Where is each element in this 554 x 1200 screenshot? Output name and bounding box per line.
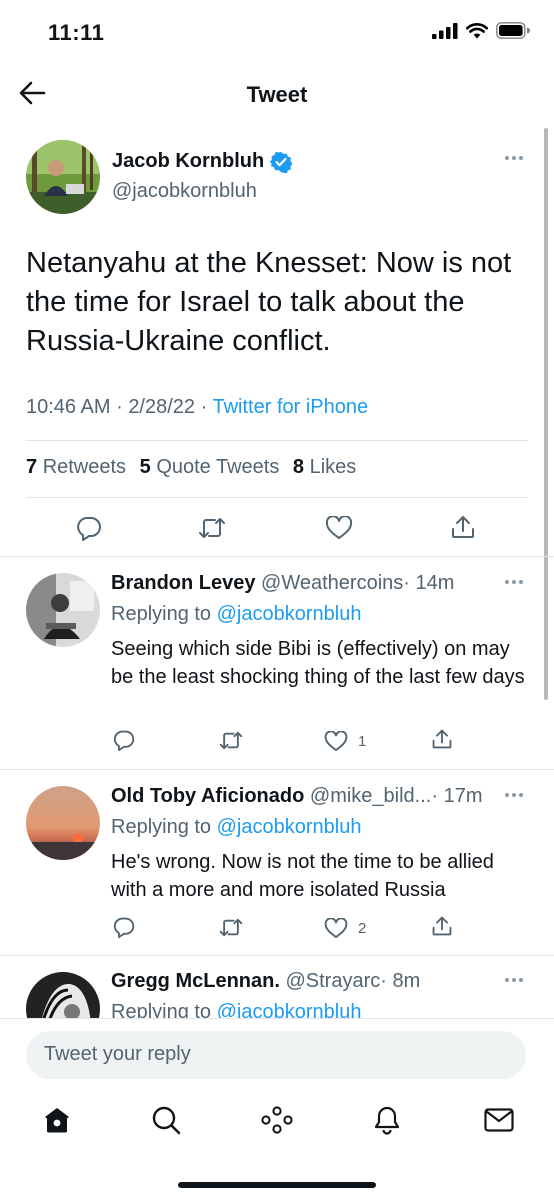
tweet-source-link[interactable]: Twitter for iPhone xyxy=(212,396,368,418)
tweet-stats: 7 Retweets 5 Quote Tweets 8 Likes xyxy=(26,456,356,479)
divider xyxy=(0,769,554,770)
reply-text: He's wrong. Now is not the time to be al… xyxy=(111,851,494,901)
quote-tweets-stat[interactable]: 5 Quote Tweets xyxy=(140,456,280,478)
reply-time: · 17m xyxy=(431,785,483,807)
retweet-icon xyxy=(219,918,243,937)
reply-icon xyxy=(113,917,135,938)
retweet-icon xyxy=(219,731,243,750)
like-count: 1 xyxy=(358,733,367,750)
heart-icon xyxy=(324,731,348,752)
more-dots-icon xyxy=(505,156,523,160)
more-dots-icon xyxy=(505,580,523,584)
retweet-button[interactable] xyxy=(219,730,243,751)
reply-author-name[interactable]: Brandon Levey xyxy=(111,572,255,594)
replying-to: Replying to @jacobkornbluh xyxy=(111,1001,361,1019)
like-button[interactable] xyxy=(325,516,353,540)
reply-avatar[interactable] xyxy=(26,786,100,860)
meta-separator: · xyxy=(200,396,208,418)
reply-more-button[interactable] xyxy=(504,976,524,984)
likes-stat[interactable]: 8 Likes xyxy=(293,456,356,478)
retweet-icon xyxy=(199,518,225,538)
spaces-icon xyxy=(261,1106,293,1134)
reply-avatar[interactable] xyxy=(26,573,100,647)
reply-author-name[interactable]: Old Toby Aficionado xyxy=(111,785,304,807)
retweet-button[interactable] xyxy=(198,516,226,540)
more-dots-icon xyxy=(505,978,523,982)
reply-author-handle[interactable]: @mike_bild... xyxy=(310,785,431,807)
tweet-meta: 10:46 AM · 2/28/22 · Twitter for iPhone xyxy=(26,396,368,419)
tweet-date: 2/28/22 xyxy=(128,396,196,418)
replying-to-link[interactable]: @jacobkornbluh xyxy=(217,816,362,838)
reply-more-button[interactable] xyxy=(504,791,524,799)
reply-header: Brandon Levey @Weathercoins· 14m xyxy=(111,572,454,595)
reply-icon xyxy=(113,730,135,751)
nav-messages[interactable] xyxy=(484,1108,514,1132)
author-handle[interactable]: @jacobkornbluh xyxy=(112,180,257,203)
more-options-button[interactable] xyxy=(504,154,524,162)
reply-button[interactable] xyxy=(113,729,135,751)
page-title: Tweet xyxy=(246,82,308,107)
list-item: Gregg McLennan. @Strayarc· 8m Replying t… xyxy=(0,956,554,1019)
more-dots-icon xyxy=(505,793,523,797)
reply-time: · 8m xyxy=(380,970,421,992)
divider xyxy=(0,556,554,557)
share-icon xyxy=(432,729,452,749)
meta-separator: · xyxy=(116,396,123,418)
notifications-icon xyxy=(374,1106,400,1135)
nav-home[interactable] xyxy=(43,1106,71,1134)
nav-search[interactable] xyxy=(151,1105,181,1135)
reply-more-button[interactable] xyxy=(504,578,524,586)
replying-to: Replying to @jacobkornbluh xyxy=(111,816,362,838)
status-icons xyxy=(432,22,530,39)
replying-to: Replying to @jacobkornbluh xyxy=(111,603,362,625)
battery-icon xyxy=(496,22,530,39)
reply-icon xyxy=(77,517,101,541)
reply-author-handle[interactable]: @Weathercoins xyxy=(261,572,403,594)
nav-spaces[interactable] xyxy=(261,1106,293,1134)
reply-input-placeholder[interactable]: Tweet your reply xyxy=(44,1043,191,1066)
reply-time: · 14m xyxy=(403,572,455,594)
reply-button[interactable] xyxy=(76,515,102,541)
nav-notifications[interactable] xyxy=(373,1105,401,1135)
heart-icon xyxy=(325,516,353,539)
reply-header: Gregg McLennan. @Strayarc· 8m xyxy=(111,970,420,993)
tweet-text: Netanyahu at the Knesset: Now is not the… xyxy=(26,247,512,357)
tweet-time: 10:46 AM xyxy=(26,396,111,418)
share-icon xyxy=(452,516,474,538)
status-time: 11:11 xyxy=(48,20,105,45)
retweet-button[interactable] xyxy=(219,917,243,938)
share-button[interactable] xyxy=(450,514,476,540)
home-icon xyxy=(45,1108,69,1133)
replying-to-link[interactable]: @jacobkornbluh xyxy=(217,1001,362,1019)
divider xyxy=(26,497,528,498)
reply-button[interactable] xyxy=(113,916,135,938)
search-icon xyxy=(152,1106,181,1135)
verified-badge-icon xyxy=(270,151,293,173)
share-button[interactable] xyxy=(431,915,453,937)
like-count: 2 xyxy=(358,920,367,937)
avatar[interactable] xyxy=(26,140,100,214)
reply-header: Old Toby Aficionado @mike_bild...· 17m xyxy=(111,785,482,808)
divider xyxy=(0,1018,554,1019)
home-indicator xyxy=(178,1182,376,1188)
like-button[interactable]: 2 xyxy=(324,918,366,939)
share-button[interactable] xyxy=(431,728,453,750)
heart-icon xyxy=(324,918,348,939)
replying-to-link[interactable]: @jacobkornbluh xyxy=(217,603,362,625)
reply-author-handle[interactable]: @Strayarc xyxy=(285,970,380,992)
messages-icon xyxy=(484,1108,514,1132)
reply-avatar[interactable] xyxy=(26,972,100,1019)
scrollbar[interactable] xyxy=(544,128,548,700)
wifi-icon xyxy=(466,22,488,38)
share-icon xyxy=(432,916,452,936)
author-name[interactable]: Jacob Kornbluh xyxy=(112,150,264,173)
divider xyxy=(26,440,528,441)
signal-icon xyxy=(432,22,458,39)
like-button[interactable]: 1 xyxy=(324,731,366,752)
reply-text: Seeing which side Bibi is (effectively) … xyxy=(111,638,525,688)
retweets-stat[interactable]: 7 Retweets xyxy=(26,456,126,478)
reply-author-name[interactable]: Gregg McLennan. xyxy=(111,970,280,992)
